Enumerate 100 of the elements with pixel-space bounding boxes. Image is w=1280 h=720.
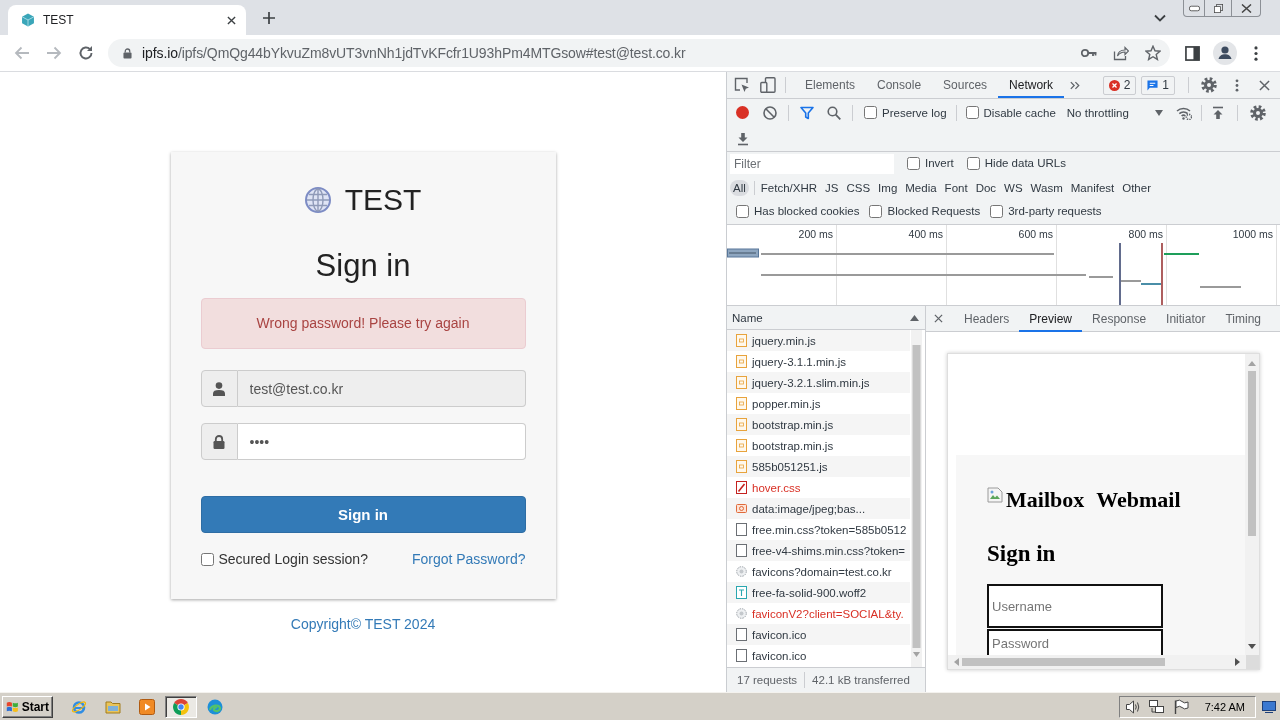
detail-tab[interactable]: Timing — [1215, 305, 1271, 332]
request-row[interactable]: faviconV2?client=SOCIAL&ty. — [727, 603, 910, 624]
sign-in-button[interactable]: Sign in — [200, 496, 526, 533]
scrollbar[interactable] — [948, 655, 1246, 669]
input-field[interactable]: •••• — [237, 423, 526, 460]
detail-tab[interactable]: Response — [1082, 305, 1157, 332]
network-icon[interactable] — [1148, 698, 1165, 715]
globe-icon — [304, 187, 331, 213]
minimize-button[interactable] — [1183, 0, 1205, 17]
request-row[interactable]: free.min.css?token=585b0512 — [727, 519, 910, 540]
request-row[interactable]: hover.css — [727, 477, 910, 498]
request-row[interactable]: 585b051251.js — [727, 456, 910, 477]
request-row[interactable]: bootstrap.min.js — [727, 435, 910, 456]
preview-input-field[interactable]: Password — [987, 629, 1163, 655]
share-icon[interactable] — [1113, 45, 1129, 61]
checkbox[interactable] — [907, 156, 920, 170]
devices-icon[interactable] — [760, 77, 776, 93]
speaker-icon[interactable] — [1124, 698, 1141, 715]
request-row[interactable]: free-fa-solid-900.woff2 — [727, 582, 910, 603]
funnel-icon[interactable] — [800, 105, 814, 120]
broken-image-icon — [987, 487, 1003, 503]
taskbar-button[interactable] — [165, 695, 197, 718]
detail-tab[interactable]: Initiator — [1156, 305, 1216, 332]
type-filter[interactable]: Img — [874, 180, 902, 196]
request-row[interactable]: popper.min.js — [727, 393, 910, 414]
request-row[interactable]: favicon.ico — [727, 624, 910, 645]
throttling-select[interactable]: No throttling — [1066, 106, 1163, 119]
folder-icon — [105, 698, 121, 715]
checkbox[interactable] — [966, 156, 980, 170]
checkbox[interactable] — [200, 552, 214, 566]
devtools-tab[interactable]: Network — [998, 72, 1065, 98]
devtools-tab[interactable]: Console — [866, 72, 933, 98]
circle-slash-icon[interactable] — [763, 105, 777, 120]
request-row[interactable]: favicon.ico — [727, 645, 910, 666]
star-icon[interactable] — [1145, 45, 1161, 61]
vertical-dots-icon[interactable] — [1254, 45, 1258, 61]
address-bar[interactable]: ipfs.io/ipfs/QmQg44bYkvuZm8vUT3vnNh1jdTvKFcfr1U93hPm4MTGsow#test@test.co.kr — [108, 39, 1170, 67]
cursor-box-icon[interactable] — [734, 77, 750, 93]
devtools-tab[interactable]: Sources — [932, 72, 999, 98]
arrow-up-icon[interactable] — [1210, 105, 1225, 120]
flag-icon[interactable] — [1172, 698, 1189, 715]
double-chevron-icon[interactable] — [1070, 80, 1081, 90]
plus-icon[interactable] — [263, 11, 275, 24]
type-filter[interactable]: JS — [821, 180, 843, 196]
detail-tab[interactable]: Headers — [954, 305, 1020, 332]
chevron-down-icon[interactable] — [1154, 13, 1166, 22]
close-icon[interactable] — [934, 314, 943, 323]
close-icon[interactable] — [227, 15, 236, 25]
close-button[interactable] — [1232, 0, 1261, 17]
start-button[interactable]: Start — [2, 695, 53, 718]
request-row[interactable]: data:image/jpeg;bas... — [727, 498, 910, 519]
detail-tab[interactable]: Preview — [1019, 305, 1083, 332]
type-filter[interactable]: CSS — [842, 180, 875, 196]
request-row[interactable]: jquery-3.1.1.min.js — [727, 351, 910, 372]
request-row[interactable]: bootstrap.min.js — [727, 414, 910, 435]
tick-label: 600 ms — [1018, 228, 1053, 240]
avatar-icon[interactable] — [1213, 41, 1237, 65]
name-column-header[interactable]: Name — [727, 306, 925, 330]
checkbox[interactable] — [864, 106, 877, 119]
copyright-link[interactable]: Copyright© TEST 2024 — [290, 616, 436, 632]
vertical-dots-icon[interactable] — [1235, 78, 1239, 92]
type-filter[interactable]: Doc — [971, 180, 1001, 196]
request-row[interactable]: jquery.min.js — [727, 330, 910, 351]
forgot-password-link[interactable]: Forgot Password? — [411, 551, 526, 567]
type-filter[interactable]: Font — [940, 180, 972, 196]
filter-field[interactable]: Filter — [730, 154, 894, 174]
type-filter[interactable]: Fetch/XHR — [756, 180, 822, 196]
scrollbar[interactable] — [911, 330, 922, 667]
request-row[interactable]: jquery-3.2.1.slim.min.js — [727, 372, 910, 393]
type-filter[interactable]: WS — [1000, 180, 1027, 196]
type-filter[interactable]: Media — [901, 180, 941, 196]
checkbox[interactable] — [736, 204, 749, 218]
type-filter[interactable]: All — [730, 180, 749, 196]
desktop-icon[interactable] — [1262, 700, 1276, 713]
request-row[interactable]: free-v4-shims.min.css?token= — [727, 540, 910, 561]
arrow-down-icon[interactable] — [736, 131, 750, 146]
record-icon[interactable] — [736, 106, 749, 119]
scrollbar[interactable] — [1245, 354, 1259, 657]
browser-tab[interactable]: TEST — [8, 5, 246, 35]
user-icon — [213, 381, 225, 396]
settings-icon[interactable] — [1249, 104, 1266, 121]
close-icon[interactable] — [1259, 79, 1270, 91]
checkbox[interactable] — [965, 106, 979, 119]
checkbox[interactable] — [990, 204, 1004, 218]
type-filter[interactable]: Wasm — [1026, 180, 1067, 196]
errors-button[interactable]: 2 — [1102, 75, 1137, 95]
devtools-tab[interactable]: Elements — [794, 72, 867, 98]
checkbox[interactable] — [869, 204, 883, 218]
type-filter[interactable]: Other — [1118, 180, 1155, 196]
clock-text: 7:42 AM — [1204, 700, 1245, 713]
search-icon[interactable] — [827, 105, 841, 120]
lock-icon — [123, 47, 132, 59]
settings-icon[interactable] — [1201, 77, 1217, 93]
type-filter[interactable]: Manifest — [1066, 180, 1119, 196]
preview-input-field[interactable]: Username — [987, 584, 1163, 628]
restore-button[interactable] — [1205, 0, 1232, 17]
side-panel-icon[interactable] — [1185, 45, 1200, 61]
messages-button[interactable]: 1 — [1141, 75, 1175, 95]
request-row[interactable]: favicons?domain=test.co.kr — [727, 561, 910, 582]
wifi-gear-icon[interactable] — [1175, 105, 1192, 120]
